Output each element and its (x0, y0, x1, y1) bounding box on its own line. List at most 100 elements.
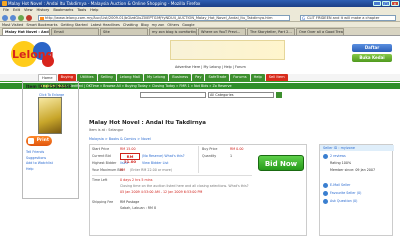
bookmark-item[interactable]: my zon (152, 23, 165, 27)
buy-price-label: Buy Price (202, 147, 218, 151)
shipping-label: Shipping Fee (92, 200, 114, 204)
site-search-input[interactable] (140, 92, 206, 98)
window-title: Malay Hot Novel : Andai Itu Takdirnya - … (8, 1, 201, 6)
lelong-logo[interactable]: Lelong (6, 39, 58, 69)
bookmark-item[interactable]: Most Visited (2, 23, 23, 27)
nav-sell-item[interactable]: Sell Item (265, 74, 288, 81)
menu-help[interactable]: Help (90, 8, 98, 12)
quick-links-text[interactable]: » Verified | OKTime » Browse All » Buyin… (67, 84, 232, 88)
seller-panel: Seller ID : myizone 2 reviews Rating 100… (319, 144, 394, 236)
start-price: RM 15.00 (120, 147, 136, 151)
menu-view[interactable]: View (24, 8, 33, 12)
nav-forums[interactable]: Forums (230, 74, 250, 81)
menu-tools[interactable]: Tools (77, 8, 86, 12)
bookmark-item[interactable]: Smart Bookmarks (26, 23, 57, 27)
logo-text: Lelong (12, 48, 54, 61)
watchlist-link[interactable]: Add to Watchlist (26, 161, 53, 167)
site-favicon-icon (40, 16, 44, 20)
nav-safetrade[interactable]: SafeTrade (205, 74, 230, 81)
reload-icon[interactable] (18, 14, 24, 21)
seller-member-since: Member since: 09 Jan 2007 (330, 168, 376, 172)
open-shop-button[interactable]: Buka Kedai (352, 54, 392, 62)
nav-lelong-mall[interactable]: Lelong Mall (116, 74, 143, 81)
ask-question-link[interactable]: Ask Question (0) (330, 199, 357, 203)
email-icon (323, 183, 328, 188)
highest-bidder[interactable]: lis2u (120, 161, 128, 165)
shipping: RM Postage (120, 200, 140, 204)
highest-bidder-label: Highest Bidder (92, 161, 117, 165)
tab-bar: Malay Hot Novel : Andai Itu Takdi... Ema… (0, 28, 400, 36)
url-text: http://www.lelong.com.my/Auc/List/2009-0… (45, 15, 273, 20)
bid-history-link[interactable]: View Bidder List (142, 161, 168, 165)
bookmark-item[interactable]: Google (182, 23, 194, 27)
site-search: All Categories (140, 92, 282, 98)
maximize-button[interactable]: □ (382, 1, 390, 6)
buy-price: RM 0.00 (230, 147, 244, 151)
category-select[interactable]: All Categories (208, 92, 274, 98)
nav-help[interactable]: Help (250, 74, 265, 81)
ad-banner[interactable] (170, 40, 285, 60)
forward-icon[interactable] (10, 14, 16, 21)
email-seller-link[interactable]: E-Mail Seller (330, 183, 350, 187)
bookmark-item[interactable]: Chatting (123, 23, 138, 27)
firefox-icon (2, 1, 7, 6)
help-link[interactable]: Help (26, 167, 53, 173)
divider (92, 175, 252, 176)
max-bid-label: Your Maximum Bid (92, 168, 123, 172)
tab[interactable]: my zon blog is comforting... (149, 28, 197, 35)
breadcrumb[interactable]: Malaysia > Books & Comics > Novel (89, 137, 151, 141)
google-icon: G (302, 16, 306, 21)
seller-reviews[interactable]: 2 reviews (330, 154, 346, 158)
nav-selling[interactable]: Selling (97, 74, 116, 81)
nav-pay[interactable]: Pay (192, 74, 205, 81)
bid-now-button[interactable]: Bid Now (258, 155, 304, 171)
nav-home[interactable]: Home (38, 74, 57, 81)
tab[interactable]: One Over all a Good Treasure (296, 28, 344, 35)
nav-business[interactable]: Business (169, 74, 192, 81)
current-bid: RM 21.00 (120, 152, 140, 164)
minimize-button[interactable]: _ (373, 1, 381, 6)
web-page: Lelong Advertise Here | My Lelong | Help… (0, 36, 400, 242)
tab[interactable]: The Storyteller, Part 2... (247, 28, 295, 35)
start-price-label: Start Price (92, 147, 110, 151)
bookmark-item[interactable]: Getting Started (61, 23, 88, 27)
print-button[interactable]: Print (26, 136, 52, 146)
menu-file[interactable]: File (3, 8, 9, 12)
favourite-icon (323, 191, 328, 196)
bookmark-item[interactable]: Blog (141, 23, 149, 27)
tab[interactable]: Email (51, 28, 99, 35)
max-bid-note: (Enter RM 22.00 or more) (130, 168, 173, 172)
menu-edit[interactable]: Edit (13, 8, 20, 12)
review-icon (323, 154, 328, 159)
menu-history[interactable]: History (37, 8, 50, 12)
bookmark-item[interactable]: Latest Headlines (91, 23, 120, 27)
tab[interactable]: Where on YouT Previ... (198, 28, 246, 35)
register-button[interactable]: Daftar (352, 44, 392, 52)
tab[interactable]: Site (100, 28, 148, 35)
address-bar[interactable]: http://www.lelong.com.my/Auc/List/2009-0… (38, 14, 290, 21)
time-left-label: Time Left (92, 178, 108, 182)
max-bid-currency: RM (120, 168, 126, 172)
question-icon (323, 199, 328, 204)
product-image[interactable] (38, 97, 62, 134)
bookmark-item[interactable]: Others (167, 23, 179, 27)
search-input[interactable]: G CLIT FRIDEEN and it will make a chapte… (300, 14, 396, 21)
nav-buying[interactable]: Buying (57, 74, 77, 81)
item-location: Item is at : Selangor (89, 128, 124, 132)
seller-id[interactable]: Seller ID : myizone (320, 145, 394, 151)
top-links[interactable]: Advertise Here | My Lelong | Help | Foru… (175, 65, 246, 69)
favourite-seller-link[interactable]: Favourite Seller (0) (330, 191, 361, 195)
nav-utilities[interactable]: Utilities (77, 74, 97, 81)
tab-active[interactable]: Malay Hot Novel : Andai Itu Takdi... (2, 28, 50, 35)
nav-my-lelong[interactable]: My Lelong (144, 74, 169, 81)
title-bar: Malay Hot Novel : Andai Itu Takdirnya - … (0, 0, 400, 7)
menu-bookmarks[interactable]: Bookmarks (53, 8, 73, 12)
search-button[interactable] (276, 92, 282, 98)
reserve-note[interactable]: (No Reserve) What's this? (142, 154, 185, 158)
close-button[interactable]: × (391, 1, 399, 6)
auction-dates: 05 Jan 2009 4:53:00 AM - 12 Jan 2009 6:5… (120, 190, 203, 194)
seller-rating: Rating 100% (330, 161, 352, 165)
stop-icon[interactable] (26, 14, 32, 21)
back-icon[interactable] (2, 14, 8, 21)
divider (198, 146, 199, 173)
